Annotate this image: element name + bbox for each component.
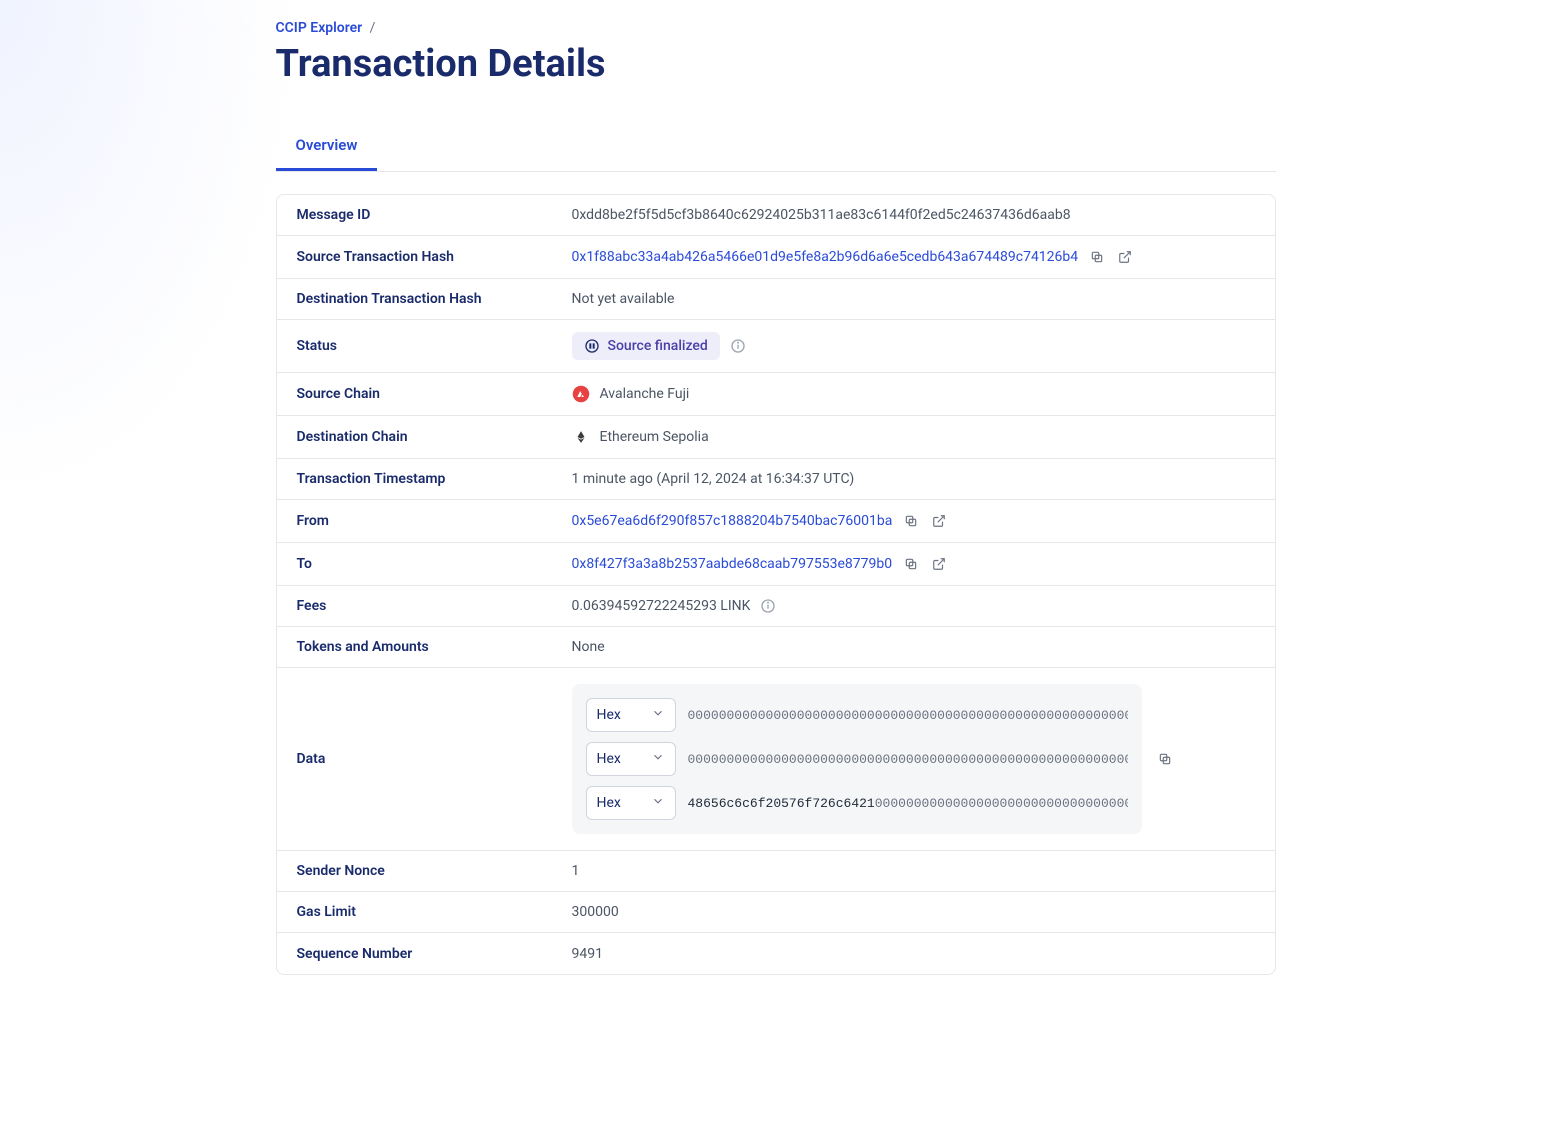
row-source-chain: Source Chain Avalanche Fuji: [277, 373, 1275, 416]
chevron-down-icon: [651, 750, 665, 768]
label-sender-nonce: Sender Nonce: [297, 863, 572, 879]
breadcrumb: CCIP Explorer /: [276, 20, 1276, 36]
data-hex-value: 0000000000000000000000000000000000000000…: [688, 708, 1128, 723]
tabs: Overview: [276, 122, 1276, 172]
row-from: From 0x5e67ea6d6f290f857c1888204b7540bac…: [277, 500, 1275, 543]
value-message-id: 0xdd8be2f5f5d5cf3b8640c62924025b311ae83c…: [572, 207, 1255, 223]
breadcrumb-separator: /: [370, 20, 376, 36]
value-sender-nonce: 1: [572, 863, 1255, 879]
value-dest-tx-hash: Not yet available: [572, 291, 1255, 307]
label-message-id: Message ID: [297, 207, 572, 223]
chevron-down-icon: [651, 794, 665, 812]
data-box: Hex 0000000000000000000000000000000000000…: [572, 684, 1142, 834]
label-source-tx-hash: Source Transaction Hash: [297, 249, 572, 265]
row-source-tx-hash: Source Transaction Hash 0x1f88abc33a4ab4…: [277, 236, 1275, 279]
source-chain-name: Avalanche Fuji: [600, 386, 690, 402]
external-link-icon[interactable]: [930, 512, 948, 530]
avalanche-icon: [572, 385, 590, 403]
row-status: Status Source finalized: [277, 320, 1275, 373]
label-fees: Fees: [297, 598, 572, 614]
details-panel: Message ID 0xdd8be2f5f5d5cf3b8640c629240…: [276, 194, 1276, 975]
page-title: Transaction Details: [276, 42, 1276, 86]
info-icon[interactable]: [760, 598, 776, 614]
data-line: Hex 0000000000000000000000000000000000000…: [586, 742, 1128, 776]
ethereum-icon: [572, 428, 590, 446]
copy-icon[interactable]: [902, 555, 920, 573]
label-from: From: [297, 513, 572, 529]
label-dest-chain: Destination Chain: [297, 429, 572, 445]
breadcrumb-root-link[interactable]: CCIP Explorer: [276, 20, 363, 36]
data-hex-value: 0000000000000000000000000000000000000000…: [688, 752, 1128, 767]
row-fees: Fees 0.06394592722245293 LINK: [277, 586, 1275, 627]
label-status: Status: [297, 338, 572, 354]
data-line: Hex 48656c6c6f20576f726c64210000000000000…: [586, 786, 1128, 820]
data-line: Hex 0000000000000000000000000000000000000…: [586, 698, 1128, 732]
tab-overview[interactable]: Overview: [276, 122, 378, 171]
status-text: Source finalized: [608, 338, 708, 354]
row-data: Data Hex 00000000000000000000000000000000…: [277, 668, 1275, 851]
external-link-icon[interactable]: [930, 555, 948, 573]
hex-format-select[interactable]: Hex: [586, 786, 676, 820]
label-data: Data: [297, 751, 572, 767]
source-tx-hash-link[interactable]: 0x1f88abc33a4ab426a5466e01d9e5fe8a2b96d6…: [572, 249, 1079, 265]
row-gas-limit: Gas Limit 300000: [277, 892, 1275, 933]
hex-format-select[interactable]: Hex: [586, 698, 676, 732]
copy-icon[interactable]: [1156, 750, 1174, 768]
copy-icon[interactable]: [1088, 248, 1106, 266]
row-timestamp: Transaction Timestamp 1 minute ago (Apri…: [277, 459, 1275, 500]
chevron-down-icon: [651, 706, 665, 724]
status-pending-icon: [584, 338, 600, 354]
copy-icon[interactable]: [902, 512, 920, 530]
row-dest-tx-hash: Destination Transaction Hash Not yet ava…: [277, 279, 1275, 320]
label-tokens-amounts: Tokens and Amounts: [297, 639, 572, 655]
to-address-link[interactable]: 0x8f427f3a3a8b2537aabde68caab797553e8779…: [572, 556, 893, 572]
label-timestamp: Transaction Timestamp: [297, 471, 572, 487]
row-dest-chain: Destination Chain Ethereum Sepolia: [277, 416, 1275, 459]
row-sender-nonce: Sender Nonce 1: [277, 851, 1275, 892]
row-to: To 0x8f427f3a3a8b2537aabde68caab797553e8…: [277, 543, 1275, 586]
row-tokens-amounts: Tokens and Amounts None: [277, 627, 1275, 668]
row-message-id: Message ID 0xdd8be2f5f5d5cf3b8640c629240…: [277, 195, 1275, 236]
label-to: To: [297, 556, 572, 572]
value-tokens-amounts: None: [572, 639, 1255, 655]
value-gas-limit: 300000: [572, 904, 1255, 920]
label-sequence-number: Sequence Number: [297, 946, 572, 962]
value-sequence-number: 9491: [572, 946, 1255, 962]
data-hex-value: 48656c6c6f20576f726c64210000000000000000…: [688, 796, 1128, 811]
status-badge: Source finalized: [572, 332, 720, 360]
label-gas-limit: Gas Limit: [297, 904, 572, 920]
from-address-link[interactable]: 0x5e67ea6d6f290f857c1888204b7540bac76001…: [572, 513, 893, 529]
info-icon[interactable]: [730, 338, 746, 354]
external-link-icon[interactable]: [1116, 248, 1134, 266]
dest-chain-name: Ethereum Sepolia: [600, 429, 709, 445]
label-dest-tx-hash: Destination Transaction Hash: [297, 291, 572, 307]
value-fees: 0.06394592722245293 LINK: [572, 598, 751, 614]
value-timestamp: 1 minute ago (April 12, 2024 at 16:34:37…: [572, 471, 1255, 487]
hex-format-select[interactable]: Hex: [586, 742, 676, 776]
row-sequence-number: Sequence Number 9491: [277, 933, 1275, 974]
label-source-chain: Source Chain: [297, 386, 572, 402]
